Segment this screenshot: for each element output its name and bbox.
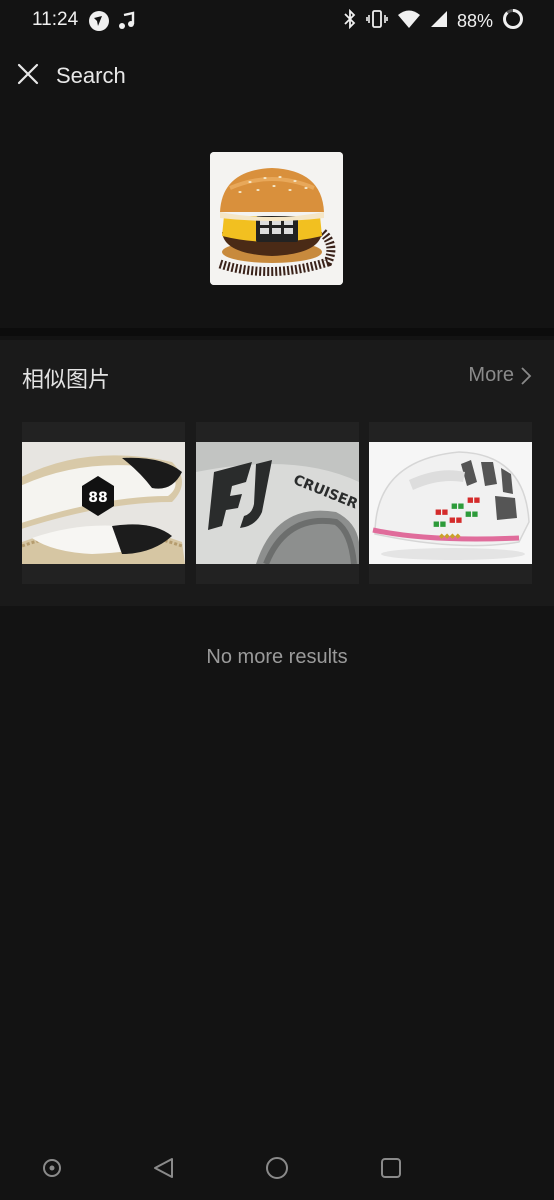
music-notification-icon <box>118 11 136 36</box>
hamburger-phone-image <box>210 152 343 285</box>
accessibility-button[interactable] <box>38 1154 66 1182</box>
more-label: More <box>468 364 514 386</box>
recents-button[interactable] <box>377 1154 405 1182</box>
more-link[interactable]: More <box>468 364 532 387</box>
status-bar: 11:24 88% <box>0 0 554 44</box>
search-header: Search <box>0 50 554 102</box>
accessibility-dot-icon <box>43 1159 61 1177</box>
app-notification-icon <box>88 10 110 37</box>
espadrille-shoes-image: 88 <box>22 442 185 564</box>
page-title: Search <box>56 63 126 88</box>
svg-text:■■: ■■ <box>433 520 446 528</box>
status-time: 11:24 <box>32 9 79 30</box>
close-icon <box>17 63 39 85</box>
wifi-icon <box>397 9 421 34</box>
svg-text:■■: ■■ <box>467 496 480 504</box>
home-button[interactable] <box>263 1154 291 1182</box>
battery-percentage: 88% <box>456 11 493 31</box>
svg-text:■■: ■■ <box>465 510 478 518</box>
section-title: 相似图片 <box>22 367 111 392</box>
similar-image-item[interactable]: CRUISER <box>195 422 359 584</box>
svg-text:88: 88 <box>88 490 107 506</box>
recents-icon <box>381 1158 401 1178</box>
similar-image-item[interactable]: 88 <box>22 422 185 584</box>
section-divider <box>0 328 554 336</box>
back-button[interactable] <box>150 1154 178 1182</box>
similar-images-section: 相似图片 More 88 CRUISER ■■ ■■ ■■ ■■ ■■ ■■ ◆… <box>0 340 554 606</box>
cell-signal-icon <box>430 10 448 33</box>
white-helmet-image: ■■ ■■ ■■ ■■ ■■ ■■ ◆◆◆◆ <box>369 442 532 564</box>
home-icon <box>266 1157 288 1179</box>
battery-ring-icon <box>502 8 524 35</box>
svg-text:◆◆◆◆: ◆◆◆◆ <box>439 532 461 540</box>
back-icon <box>154 1158 173 1178</box>
similar-image-list: 88 CRUISER ■■ ■■ ■■ ■■ ■■ ■■ ◆◆◆◆ <box>22 422 532 584</box>
svg-text:■■: ■■ <box>451 502 464 510</box>
query-image[interactable] <box>210 152 343 285</box>
similar-image-item[interactable]: ■■ ■■ ■■ ■■ ■■ ■■ ◆◆◆◆ <box>369 422 532 584</box>
fj-cruiser-image: CRUISER <box>195 442 359 564</box>
close-button[interactable] <box>14 60 42 88</box>
svg-text:■■: ■■ <box>435 508 448 516</box>
vibrate-icon <box>366 9 388 34</box>
no-more-results-text: No more results <box>206 646 348 668</box>
chevron-right-icon <box>521 366 532 385</box>
bluetooth-icon <box>343 8 357 34</box>
svg-text:■■: ■■ <box>449 516 462 524</box>
system-nav-bar <box>0 1140 554 1196</box>
